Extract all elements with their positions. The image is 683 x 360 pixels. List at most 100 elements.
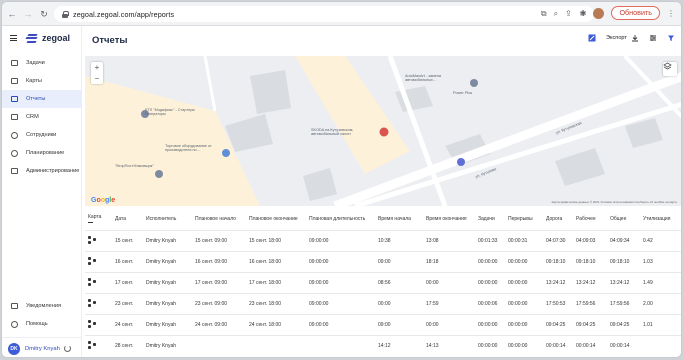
column-header[interactable]: Дата	[112, 208, 143, 230]
route-map-icon[interactable]	[88, 298, 97, 307]
zoom-control[interactable]: + −	[91, 62, 103, 84]
sidebar-item-label: Отчеты	[26, 96, 46, 102]
back-icon[interactable]: ←	[6, 8, 18, 20]
table-row[interactable]: 15 сент. Dmitry Knyah 15 сент. 09:00 15 сен…	[85, 229, 681, 251]
extensions-icon[interactable]: ✱	[580, 9, 587, 18]
export-button[interactable]: Экспорт	[606, 34, 639, 42]
layers-button[interactable]	[663, 62, 677, 76]
url-text[interactable]: zegoal.zegoal.com/app/reports	[73, 10, 174, 19]
map-attribution[interactable]: Картографические данные © 2021 Условия и…	[552, 200, 677, 204]
map-label: ЕТЛ "Модификс" - Стартеры Генераторы	[145, 108, 196, 117]
download-icon	[632, 35, 638, 42]
sidebar-item-help[interactable]: Помощь	[2, 315, 81, 333]
zoom-out-icon[interactable]: −	[91, 73, 103, 84]
table-cell: 15 сент.	[112, 229, 143, 251]
table-cell: 00:00:00	[475, 250, 505, 272]
user-name: Dmitry Knyah	[25, 345, 60, 352]
page-header: Отчеты Экспорт	[82, 26, 681, 54]
table-cell: 1.49	[640, 271, 681, 293]
sidebar-item-2[interactable]: Карты	[2, 72, 81, 90]
column-header[interactable]: Время начала	[375, 208, 423, 230]
main-content: Отчеты Экспорт ЕТЛ "Модификс" - Стартеры…	[82, 26, 681, 357]
column-header[interactable]: Исполнитель	[143, 208, 192, 230]
table-cell: 13:24:12	[607, 271, 640, 293]
table-cell: 17:50:53	[543, 292, 573, 314]
table-cell: 00:00:14	[543, 334, 573, 356]
logo-text: zegoal	[42, 33, 71, 43]
sidebar-item-6[interactable]: Планирование	[2, 144, 81, 162]
column-header[interactable]: Карта	[85, 208, 112, 230]
route-map-icon[interactable]	[88, 277, 97, 286]
map-label: AutoMaxArt - замена автомобильных...	[405, 74, 441, 83]
edit-report-icon[interactable]	[588, 34, 596, 42]
table-row[interactable]: 24 сент. Dmitry Knyah 24 сент. 09:00 24 сен…	[85, 313, 681, 335]
column-header[interactable]: Дорога	[543, 208, 573, 230]
table-cell: 24 сент. 09:00	[192, 313, 246, 335]
crm-icon	[10, 113, 19, 122]
columns-settings-icon[interactable]	[649, 34, 657, 42]
profile-avatar[interactable]	[593, 7, 605, 19]
address-bar[interactable]: zegoal.zegoal.com/app/reports ⧉ ⌕ ⇪ ☆	[54, 6, 594, 22]
sidebar-item-4[interactable]: CRM	[2, 108, 81, 126]
table-cell: 15 сент. 09:00	[192, 229, 246, 251]
sidebar-item-3[interactable]: Отчеты	[2, 90, 81, 108]
table-row[interactable]: 23 сент. Dmitry Knyah 23 сент. 09:00 23 сен…	[85, 292, 681, 314]
admin-icon	[10, 167, 19, 176]
column-header-label: Плановое окончание	[249, 215, 298, 222]
sidebar-item-notifications[interactable]: Уведомления	[2, 297, 81, 315]
table-cell: 00:00:00	[505, 292, 543, 314]
column-header-label: Задачи	[478, 215, 495, 222]
route-map-icon[interactable]	[88, 340, 97, 349]
route-map-icon[interactable]	[88, 256, 97, 265]
share-icon[interactable]: ⇪	[565, 9, 572, 19]
menu-icon[interactable]	[10, 35, 17, 41]
map-label: "ВторПостУпаковщик"	[115, 164, 154, 168]
tasks-icon	[10, 59, 19, 68]
table-cell: 17:59:56	[607, 292, 640, 314]
column-header[interactable]: Общее	[607, 208, 640, 230]
sidebar-item-5[interactable]: Сотрудники	[2, 126, 81, 144]
table-cell: 14:12	[375, 334, 423, 356]
user-profile[interactable]: DK Dmitry Knyah	[2, 337, 81, 357]
column-header[interactable]: Задачи	[475, 208, 505, 230]
column-header[interactable]: Время окончания	[423, 208, 475, 230]
table-cell: 16 сент. 09:00	[192, 250, 246, 272]
translate-icon[interactable]: ⧉	[541, 9, 547, 19]
map-view[interactable]: ЕТЛ "Модификс" - Стартеры Генераторы Тор…	[85, 56, 681, 206]
zoom-icon[interactable]: ⌕	[554, 9, 558, 19]
table-row[interactable]: 28 сент. Dmitry Knyah 14:12 14:13 00:00:00 00…	[85, 334, 681, 356]
map-cell	[85, 271, 112, 293]
reload-icon[interactable]: ↻	[38, 8, 50, 20]
zoom-in-icon[interactable]: +	[91, 62, 103, 73]
column-header[interactable]: Плановая длительность	[306, 208, 375, 230]
column-header-label: Дата	[115, 215, 127, 222]
sidebar-item-label: Карты	[26, 78, 42, 84]
column-header[interactable]: Утилизация	[640, 208, 681, 230]
planning-icon	[10, 149, 19, 158]
column-header[interactable]: Плановое окончание	[246, 208, 306, 230]
column-header[interactable]: Рабочее	[573, 208, 607, 230]
logout-icon[interactable]	[63, 345, 71, 352]
column-header[interactable]: Перерывы	[505, 208, 543, 230]
table-cell: Dmitry Knyah	[143, 250, 192, 272]
table-row[interactable]: 16 сент. Dmitry Knyah 16 сент. 09:00 16 сен…	[85, 250, 681, 272]
table-cell: 00:01:33	[475, 229, 505, 251]
map-label: Power Plus	[453, 91, 473, 95]
route-map-icon[interactable]	[88, 319, 97, 328]
route-map-icon[interactable]	[88, 235, 97, 244]
table-cell: 00:00:14	[573, 334, 607, 356]
map-cell	[85, 250, 112, 272]
map-canvas	[85, 56, 681, 206]
table-row[interactable]: 17 сент. Dmitry Knyah 17 сент. 09:00 17 сен…	[85, 271, 681, 293]
filter-icon[interactable]	[667, 34, 675, 42]
update-button[interactable]: Обновить	[611, 6, 660, 20]
table-cell: 23 сент.	[112, 292, 143, 314]
column-header[interactable]: Плановое начало	[192, 208, 246, 230]
sidebar-item-7[interactable]: Администрирование	[2, 162, 81, 180]
forward-icon[interactable]: →	[22, 8, 34, 20]
sidebar-item-1[interactable]: Задачи	[2, 54, 81, 72]
table-cell: Dmitry Knyah	[143, 292, 192, 314]
more-menu-icon[interactable]: ⋮	[667, 9, 675, 18]
table-cell: 24 сент.	[112, 313, 143, 335]
export-label: Экспорт	[605, 35, 627, 41]
